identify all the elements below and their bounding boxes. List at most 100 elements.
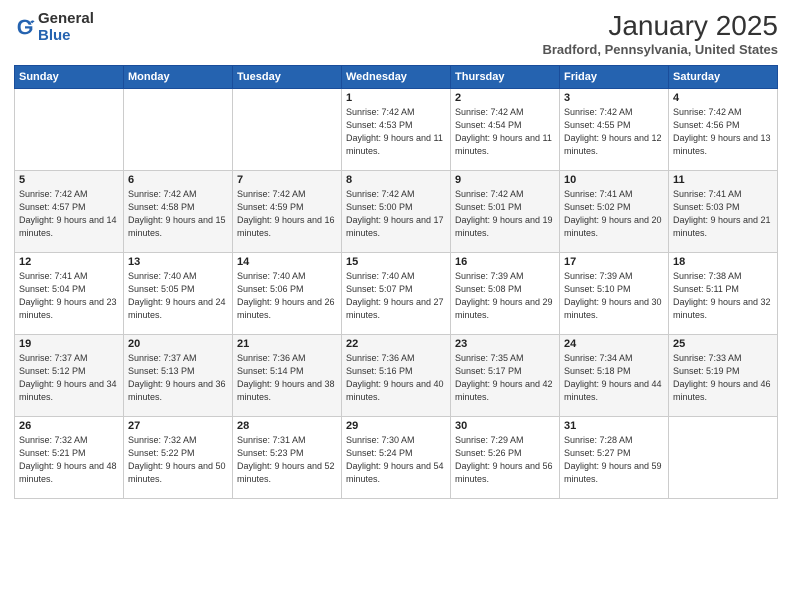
cell-0-6: 4 Sunrise: 7:42 AMSunset: 4:56 PMDayligh… — [669, 89, 778, 171]
cell-info: Sunrise: 7:34 AMSunset: 5:18 PMDaylight:… — [564, 352, 664, 404]
day-number: 12 — [19, 256, 119, 268]
cell-3-3: 22 Sunrise: 7:36 AMSunset: 5:16 PMDaylig… — [342, 335, 451, 417]
cell-1-3: 8 Sunrise: 7:42 AMSunset: 5:00 PMDayligh… — [342, 171, 451, 253]
cell-0-5: 3 Sunrise: 7:42 AMSunset: 4:55 PMDayligh… — [560, 89, 669, 171]
day-number: 25 — [673, 338, 773, 350]
day-number: 21 — [237, 338, 337, 350]
cell-info: Sunrise: 7:32 AMSunset: 5:22 PMDaylight:… — [128, 434, 228, 486]
location-subtitle: Bradford, Pennsylvania, United States — [542, 42, 778, 57]
cell-info: Sunrise: 7:42 AMSunset: 4:59 PMDaylight:… — [237, 188, 337, 240]
cell-3-5: 24 Sunrise: 7:34 AMSunset: 5:18 PMDaylig… — [560, 335, 669, 417]
day-number: 10 — [564, 174, 664, 186]
day-number: 29 — [346, 420, 446, 432]
cell-0-0 — [15, 89, 124, 171]
cell-info: Sunrise: 7:42 AMSunset: 4:56 PMDaylight:… — [673, 106, 773, 158]
cell-3-1: 20 Sunrise: 7:37 AMSunset: 5:13 PMDaylig… — [124, 335, 233, 417]
day-number: 9 — [455, 174, 555, 186]
cell-info: Sunrise: 7:28 AMSunset: 5:27 PMDaylight:… — [564, 434, 664, 486]
day-number: 26 — [19, 420, 119, 432]
cell-info: Sunrise: 7:40 AMSunset: 5:05 PMDaylight:… — [128, 270, 228, 322]
day-number: 27 — [128, 420, 228, 432]
day-number: 22 — [346, 338, 446, 350]
cell-2-6: 18 Sunrise: 7:38 AMSunset: 5:11 PMDaylig… — [669, 253, 778, 335]
cell-info: Sunrise: 7:40 AMSunset: 5:07 PMDaylight:… — [346, 270, 446, 322]
cell-1-6: 11 Sunrise: 7:41 AMSunset: 5:03 PMDaylig… — [669, 171, 778, 253]
day-number: 17 — [564, 256, 664, 268]
week-row-4: 19 Sunrise: 7:37 AMSunset: 5:12 PMDaylig… — [15, 335, 778, 417]
cell-info: Sunrise: 7:42 AMSunset: 4:54 PMDaylight:… — [455, 106, 555, 158]
cell-2-0: 12 Sunrise: 7:41 AMSunset: 5:04 PMDaylig… — [15, 253, 124, 335]
cell-3-0: 19 Sunrise: 7:37 AMSunset: 5:12 PMDaylig… — [15, 335, 124, 417]
col-wednesday: Wednesday — [342, 66, 451, 89]
cell-1-5: 10 Sunrise: 7:41 AMSunset: 5:02 PMDaylig… — [560, 171, 669, 253]
calendar-table: Sunday Monday Tuesday Wednesday Thursday… — [14, 65, 778, 499]
cell-info: Sunrise: 7:42 AMSunset: 5:00 PMDaylight:… — [346, 188, 446, 240]
day-number: 24 — [564, 338, 664, 350]
cell-0-2 — [233, 89, 342, 171]
col-tuesday: Tuesday — [233, 66, 342, 89]
day-number: 2 — [455, 92, 555, 104]
cell-info: Sunrise: 7:42 AMSunset: 4:57 PMDaylight:… — [19, 188, 119, 240]
week-row-1: 1 Sunrise: 7:42 AMSunset: 4:53 PMDayligh… — [15, 89, 778, 171]
cell-0-3: 1 Sunrise: 7:42 AMSunset: 4:53 PMDayligh… — [342, 89, 451, 171]
logo-text: General Blue — [38, 10, 94, 45]
cell-2-4: 16 Sunrise: 7:39 AMSunset: 5:08 PMDaylig… — [451, 253, 560, 335]
day-number: 14 — [237, 256, 337, 268]
cell-info: Sunrise: 7:29 AMSunset: 5:26 PMDaylight:… — [455, 434, 555, 486]
day-number: 13 — [128, 256, 228, 268]
cell-2-2: 14 Sunrise: 7:40 AMSunset: 5:06 PMDaylig… — [233, 253, 342, 335]
cell-4-6 — [669, 417, 778, 499]
cell-4-3: 29 Sunrise: 7:30 AMSunset: 5:24 PMDaylig… — [342, 417, 451, 499]
cell-info: Sunrise: 7:41 AMSunset: 5:03 PMDaylight:… — [673, 188, 773, 240]
cell-info: Sunrise: 7:32 AMSunset: 5:21 PMDaylight:… — [19, 434, 119, 486]
cell-0-1 — [124, 89, 233, 171]
week-row-2: 5 Sunrise: 7:42 AMSunset: 4:57 PMDayligh… — [15, 171, 778, 253]
day-number: 7 — [237, 174, 337, 186]
page-header: General Blue January 2025 Bradford, Penn… — [14, 10, 778, 57]
cell-info: Sunrise: 7:39 AMSunset: 5:08 PMDaylight:… — [455, 270, 555, 322]
cell-3-2: 21 Sunrise: 7:36 AMSunset: 5:14 PMDaylig… — [233, 335, 342, 417]
cell-info: Sunrise: 7:36 AMSunset: 5:16 PMDaylight:… — [346, 352, 446, 404]
calendar-header-row: Sunday Monday Tuesday Wednesday Thursday… — [15, 66, 778, 89]
cell-1-2: 7 Sunrise: 7:42 AMSunset: 4:59 PMDayligh… — [233, 171, 342, 253]
day-number: 11 — [673, 174, 773, 186]
day-number: 18 — [673, 256, 773, 268]
cell-4-5: 31 Sunrise: 7:28 AMSunset: 5:27 PMDaylig… — [560, 417, 669, 499]
col-sunday: Sunday — [15, 66, 124, 89]
week-row-3: 12 Sunrise: 7:41 AMSunset: 5:04 PMDaylig… — [15, 253, 778, 335]
day-number: 20 — [128, 338, 228, 350]
col-thursday: Thursday — [451, 66, 560, 89]
cell-0-4: 2 Sunrise: 7:42 AMSunset: 4:54 PMDayligh… — [451, 89, 560, 171]
day-number: 3 — [564, 92, 664, 104]
cell-4-1: 27 Sunrise: 7:32 AMSunset: 5:22 PMDaylig… — [124, 417, 233, 499]
cell-4-4: 30 Sunrise: 7:29 AMSunset: 5:26 PMDaylig… — [451, 417, 560, 499]
logo: General Blue — [14, 10, 94, 45]
col-friday: Friday — [560, 66, 669, 89]
cell-1-1: 6 Sunrise: 7:42 AMSunset: 4:58 PMDayligh… — [124, 171, 233, 253]
day-number: 15 — [346, 256, 446, 268]
cell-info: Sunrise: 7:36 AMSunset: 5:14 PMDaylight:… — [237, 352, 337, 404]
cell-3-6: 25 Sunrise: 7:33 AMSunset: 5:19 PMDaylig… — [669, 335, 778, 417]
day-number: 23 — [455, 338, 555, 350]
day-number: 31 — [564, 420, 664, 432]
day-number: 16 — [455, 256, 555, 268]
day-number: 30 — [455, 420, 555, 432]
cell-info: Sunrise: 7:42 AMSunset: 4:58 PMDaylight:… — [128, 188, 228, 240]
day-number: 8 — [346, 174, 446, 186]
cell-info: Sunrise: 7:41 AMSunset: 5:02 PMDaylight:… — [564, 188, 664, 240]
cell-4-0: 26 Sunrise: 7:32 AMSunset: 5:21 PMDaylig… — [15, 417, 124, 499]
day-number: 4 — [673, 92, 773, 104]
cell-info: Sunrise: 7:37 AMSunset: 5:13 PMDaylight:… — [128, 352, 228, 404]
cell-1-4: 9 Sunrise: 7:42 AMSunset: 5:01 PMDayligh… — [451, 171, 560, 253]
month-title: January 2025 — [542, 10, 778, 42]
cell-info: Sunrise: 7:39 AMSunset: 5:10 PMDaylight:… — [564, 270, 664, 322]
cell-info: Sunrise: 7:40 AMSunset: 5:06 PMDaylight:… — [237, 270, 337, 322]
week-row-5: 26 Sunrise: 7:32 AMSunset: 5:21 PMDaylig… — [15, 417, 778, 499]
cell-info: Sunrise: 7:31 AMSunset: 5:23 PMDaylight:… — [237, 434, 337, 486]
cell-info: Sunrise: 7:30 AMSunset: 5:24 PMDaylight:… — [346, 434, 446, 486]
cell-info: Sunrise: 7:42 AMSunset: 4:55 PMDaylight:… — [564, 106, 664, 158]
day-number: 28 — [237, 420, 337, 432]
cell-info: Sunrise: 7:33 AMSunset: 5:19 PMDaylight:… — [673, 352, 773, 404]
title-block: January 2025 Bradford, Pennsylvania, Uni… — [542, 10, 778, 57]
day-number: 6 — [128, 174, 228, 186]
